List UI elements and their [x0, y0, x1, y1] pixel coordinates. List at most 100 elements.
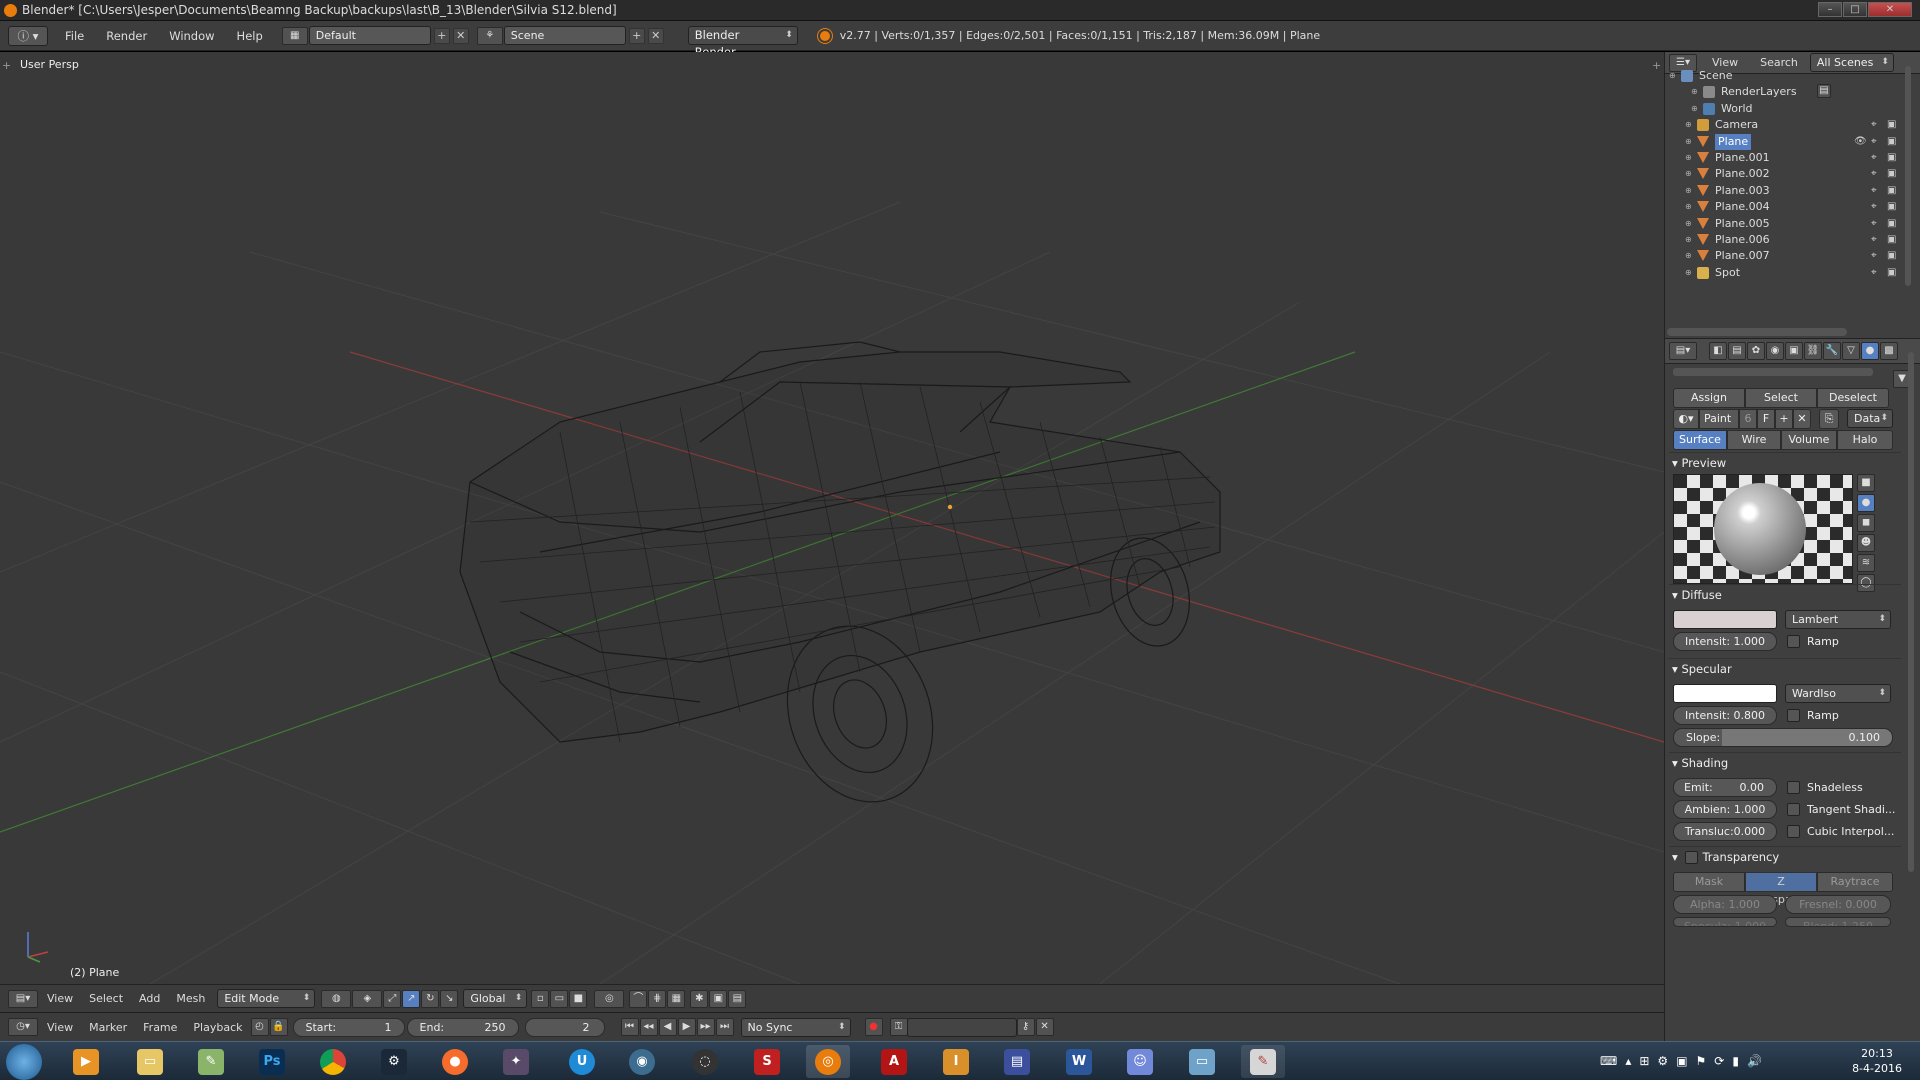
specular-panel-header[interactable]: ▾ Specular	[1672, 662, 1896, 676]
modifiers-tab-icon[interactable]: 🔧	[1823, 342, 1841, 360]
scene-tab-icon[interactable]: ✿	[1747, 342, 1765, 360]
keying-set-icon[interactable]: ⚿	[889, 1018, 908, 1036]
restrict-render-icon[interactable]: ▣	[1887, 263, 1896, 283]
keyboard-tray-icon[interactable]: ⌨	[1600, 1054, 1617, 1068]
scene-field[interactable]: Scene	[503, 26, 626, 45]
diffuse-intensity-field[interactable]: Intensit: 1.000	[1673, 632, 1777, 651]
window-app-icon[interactable]: ▭	[1180, 1045, 1224, 1078]
menu-mesh[interactable]: Mesh	[168, 992, 213, 1005]
fake-user-button[interactable]: F	[1757, 409, 1775, 429]
menu-help[interactable]: Help	[226, 29, 274, 43]
deselect-button[interactable]: Deselect	[1817, 388, 1889, 408]
inventor-icon[interactable]: I	[934, 1045, 978, 1078]
start-frame-field[interactable]: Start: 1	[292, 1017, 405, 1037]
shadeless-checkbox[interactable]	[1787, 781, 1800, 794]
minimize-button[interactable]: –	[1818, 2, 1842, 17]
specular-shader-dropdown[interactable]: WardIso	[1785, 684, 1891, 703]
data-tab-icon[interactable]: ▽	[1842, 342, 1860, 360]
transparency-mask-button[interactable]: Mask	[1673, 872, 1745, 892]
alpha-field[interactable]: Alpha: 1.000	[1673, 895, 1777, 914]
steam-tray-icon[interactable]: ⚙	[1657, 1054, 1668, 1068]
jump-keyframe-back-icon[interactable]: ◂◂	[639, 1018, 658, 1036]
origin-icon[interactable]: ●	[433, 1045, 477, 1078]
timeline-menu-playback[interactable]: Playback	[185, 1021, 250, 1034]
select-button[interactable]: Select	[1745, 388, 1817, 408]
editor-type-properties-icon[interactable]: ▤▾	[1669, 342, 1697, 360]
emit-field[interactable]: Emit: 0.00	[1673, 778, 1777, 797]
menu-view[interactable]: View	[39, 992, 81, 1005]
steam-icon[interactable]: ⚙	[372, 1045, 416, 1078]
flag-tray-icon[interactable]: ⚑	[1696, 1054, 1707, 1068]
chrome-icon[interactable]	[311, 1045, 355, 1078]
specular-slope-slider[interactable]: Slope: 0.100	[1673, 728, 1893, 747]
material-link-dropdown[interactable]: Data	[1847, 409, 1893, 428]
jump-keyframe-forward-icon[interactable]: ▸▸	[696, 1018, 715, 1036]
diffuse-ramp-checkbox[interactable]	[1787, 635, 1800, 648]
keying-set-field[interactable]	[906, 1017, 1017, 1037]
tool-shelf-toggle-icon[interactable]: +	[2, 59, 11, 72]
editor-type-timeline-icon[interactable]: ◷▾	[8, 1018, 38, 1036]
transparency-panel-header[interactable]: ▾ Transparency	[1672, 850, 1896, 864]
preview-flat-icon[interactable]: ■	[1857, 474, 1875, 492]
editor-type-3dview-icon[interactable]: ▤▾	[8, 989, 38, 1008]
record-keyframe-icon[interactable]: ●	[864, 1018, 883, 1036]
proportional-edit-icon[interactable]: ◎	[594, 989, 625, 1008]
play-icon[interactable]: ▶	[677, 1018, 696, 1036]
discord-icon[interactable]: ☺	[1118, 1045, 1162, 1078]
preview-sphere-icon[interactable]: ●	[1857, 494, 1875, 512]
snap-toggle-icon[interactable]: ⌒	[629, 989, 648, 1008]
menu-add[interactable]: Add	[131, 992, 168, 1005]
edge-select-icon[interactable]: ▭	[550, 989, 569, 1008]
snap-target-icon[interactable]: ▦	[667, 989, 686, 1008]
specular-intensity-field[interactable]: Intensit: 0.800	[1673, 706, 1777, 725]
render-preview-icon[interactable]: ▤	[728, 989, 747, 1008]
ambient-field[interactable]: Ambien: 1.000	[1673, 800, 1777, 819]
taskbar-clock[interactable]: 20:13 8-4-2016	[1852, 1046, 1902, 1076]
layer-vertex-select-icon[interactable]: ▫	[531, 989, 550, 1008]
tab-wire[interactable]: Wire	[1727, 430, 1781, 450]
diffuse-panel-header[interactable]: ▾ Diffuse	[1672, 588, 1896, 602]
diffuse-shader-dropdown[interactable]: Lambert	[1785, 610, 1891, 629]
delete-keyframe-icon[interactable]: ✕	[1035, 1018, 1054, 1036]
solidworks-icon[interactable]: S	[745, 1045, 789, 1078]
add-scene-icon[interactable]: +	[628, 27, 645, 44]
world-tab-icon[interactable]: ◉	[1766, 342, 1784, 360]
start-button-icon[interactable]	[6, 1044, 42, 1080]
transparency-raytrace-button[interactable]: Raytrace	[1817, 872, 1893, 892]
menu-select[interactable]: Select	[81, 992, 131, 1005]
mode-dropdown[interactable]: Edit Mode	[217, 989, 316, 1008]
expand-toggle-icon[interactable]: ⊕	[1685, 263, 1695, 283]
dictionary-icon[interactable]: ▤	[995, 1045, 1039, 1078]
new-material-icon[interactable]: +	[1775, 409, 1793, 429]
acrobat-icon[interactable]: A	[872, 1045, 916, 1078]
object-tab-icon[interactable]: ▣	[1785, 342, 1803, 360]
translate-manipulator-icon[interactable]: ↗	[402, 989, 421, 1008]
scale-manipulator-icon[interactable]: ↘	[440, 989, 459, 1008]
jump-end-icon[interactable]: ⏭	[715, 1018, 734, 1036]
screen-layout-icon[interactable]: ▦	[281, 26, 308, 45]
notepad-icon[interactable]: ✎	[189, 1045, 233, 1078]
tangent-shading-checkbox[interactable]	[1787, 803, 1800, 816]
viewport-shading-icon[interactable]: ◍	[321, 989, 352, 1008]
lock-time-cursor-icon[interactable]: 🔒	[269, 1018, 288, 1036]
game-icon[interactable]: ✦	[494, 1045, 538, 1078]
restrict-select-icon[interactable]: ⌖	[1871, 263, 1877, 283]
timeline-menu-frame[interactable]: Frame	[135, 1021, 185, 1034]
translucency-field[interactable]: Transluc:0.000	[1673, 822, 1777, 841]
cubic-interpolation-checkbox[interactable]	[1787, 825, 1800, 838]
render-tab-icon[interactable]: ◧	[1709, 342, 1727, 360]
constraints-tab-icon[interactable]: ⛓	[1804, 342, 1822, 360]
pivot-point-icon[interactable]: ◈	[352, 989, 383, 1008]
material-link-icon[interactable]: ⎘	[1819, 409, 1839, 429]
render-animation-icon[interactable]: ▣	[709, 989, 728, 1008]
menu-file[interactable]: File	[54, 29, 95, 43]
tab-volume[interactable]: Volume	[1781, 430, 1837, 450]
timeline-menu-view[interactable]: View	[39, 1021, 81, 1034]
menu-render[interactable]: Render	[95, 29, 158, 43]
add-screen-icon[interactable]: +	[433, 27, 450, 44]
sync-mode-dropdown[interactable]: No Sync	[740, 1017, 851, 1037]
preview-panel-header[interactable]: ▾ Preview	[1672, 456, 1896, 470]
snap-element-icon[interactable]: ⋕	[648, 989, 667, 1008]
material-users-count[interactable]: 6	[1739, 409, 1757, 429]
material-name-field[interactable]: Paint	[1699, 409, 1739, 429]
